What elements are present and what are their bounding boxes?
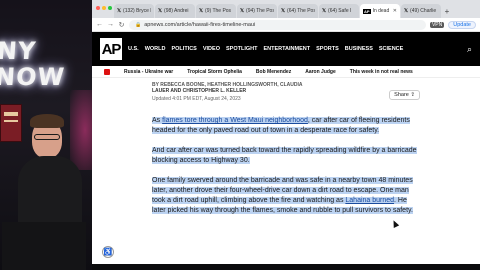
browser-tab[interactable]: 𝕏 (9) The Pos (196, 4, 236, 18)
tab-title: (49) Charlie (410, 8, 437, 14)
tab-title: (94) The Pos (246, 8, 274, 14)
accessibility-icon[interactable]: ♿ (102, 246, 114, 258)
x-icon: 𝕏 (117, 8, 122, 14)
trending-item[interactable]: Tropical Storm Ophelia (187, 69, 242, 75)
streamer (18, 112, 82, 226)
x-icon: 𝕏 (404, 8, 409, 14)
vpn-button[interactable]: VPN (429, 21, 445, 28)
share-label: Share (394, 92, 409, 98)
article-link[interactable]: flames tore through a West Maui neighbor… (162, 117, 308, 124)
browser-tab[interactable]: 𝕏 (64) The Pos (278, 4, 318, 18)
selected-text: One family swerved around the barricade … (152, 177, 413, 214)
maximize-window-button[interactable] (108, 6, 112, 10)
address-bar-row: ← → ↻ 🔒 apnews.com/article/hawaii-fires-… (92, 18, 480, 32)
article-link[interactable]: Lahaina burned (345, 197, 394, 204)
x-icon: 𝕏 (240, 8, 245, 14)
forward-arrow-icon[interactable]: → (107, 21, 114, 28)
article-paragraph: One family swerved around the barricade … (152, 176, 420, 216)
selected-text: And car after car was turned back toward… (152, 147, 417, 164)
article-paragraph: And car after car was turned back toward… (152, 146, 420, 166)
x-icon: 𝕏 (281, 8, 286, 14)
tab-title: (98) Andrei (164, 8, 189, 14)
tab-title: (9) The Pos (205, 8, 232, 14)
stream-bottom-edge (92, 264, 480, 270)
nav-sports[interactable]: SPORTS (316, 46, 339, 52)
article-paragraph: As flames tore through a West Maui neigh… (152, 116, 420, 136)
ap-navbar: AP U.S. WORLD POLITICS VIDEO SPOTLIGHT E… (92, 32, 480, 66)
nav-politics[interactable]: POLITICS (171, 46, 196, 52)
update-button[interactable]: Update (448, 20, 476, 29)
trending-bar: Russia - Ukraine war Tropical Storm Ophe… (92, 66, 480, 78)
browser-tab[interactable]: 𝕏 (132) Bryce H (114, 4, 154, 18)
browser-tab[interactable]: 𝕏 (98) Andrei (155, 4, 195, 18)
trending-item[interactable]: Bob Menendez (256, 69, 291, 75)
share-icon: ⇪ (410, 92, 415, 98)
byline: BY REBECCA BOONE, HEATHER HOLLINGSWORTH,… (152, 82, 420, 94)
lock-icon: 🔒 (135, 21, 142, 28)
tab-strip: 𝕏 (132) Bryce H 𝕏 (98) Andrei 𝕏 (9) The Pos… (92, 0, 480, 18)
streamer-hair (30, 114, 64, 128)
nav-spotlight[interactable]: SPOTLIGHT (226, 46, 257, 52)
search-icon[interactable]: ⌕ (467, 44, 472, 55)
updated-timestamp: Updated 4:01 PM EDT, August 24, 2023 (152, 96, 241, 102)
ap-logo[interactable]: AP (100, 38, 122, 60)
close-window-button[interactable] (96, 6, 100, 10)
back-arrow-icon[interactable]: ← (96, 21, 103, 28)
neon-sign: NY NOW (0, 37, 67, 91)
browser-tab-active[interactable]: AP In dead ✕ (360, 4, 400, 18)
ap-icon: AP (363, 8, 371, 14)
nav-business[interactable]: BUSINESS (345, 46, 373, 52)
trending-item[interactable]: This week in not real news (350, 69, 413, 75)
article-body: BY REBECCA BOONE, HEATHER HOLLINGSWORTH,… (92, 78, 480, 216)
new-tab-button[interactable]: + (442, 4, 452, 18)
tab-title: In dead (372, 8, 390, 14)
webcam-feed: NY NOW (0, 0, 92, 270)
url-text: apnews.com/article/hawaii-fires-timeline… (144, 21, 256, 28)
streamer-glasses (34, 134, 60, 140)
poster-stripe (4, 112, 18, 116)
byline-line[interactable]: LAUER AND CHRISTOPHER L. KELLER (152, 88, 420, 94)
minimize-window-button[interactable] (102, 6, 106, 10)
screen: NY NOW 𝕏 (132) Bryce H 𝕏 (98) Andrei 𝕏 (9) … (0, 0, 480, 270)
nav-world[interactable]: WORLD (145, 46, 166, 52)
mouse-cursor-icon (390, 219, 400, 228)
url-field[interactable]: 🔒 apnews.com/article/hawaii-fires-timeli… (129, 19, 426, 30)
reload-icon[interactable]: ↻ (118, 21, 125, 29)
desk (2, 222, 86, 270)
browser-tab[interactable]: 𝕏 (94) The Pos (237, 4, 277, 18)
tab-title: (64) Safe I (328, 8, 352, 14)
streamer-torso (18, 156, 82, 226)
close-tab-icon[interactable]: ✕ (393, 8, 397, 14)
trending-item[interactable]: Aaron Judge (305, 69, 336, 75)
browser-window: 𝕏 (132) Bryce H 𝕏 (98) Andrei 𝕏 (9) The Pos… (92, 0, 480, 264)
selected-text: As flames tore through a West Maui neigh… (152, 117, 410, 134)
poster-stripe (4, 120, 18, 122)
tab-title: (64) The Pos (287, 8, 315, 14)
window-controls (96, 6, 112, 10)
trending-item[interactable]: Russia - Ukraine war (124, 69, 173, 75)
x-icon: 𝕏 (158, 8, 163, 14)
nav-us[interactable]: U.S. (128, 46, 139, 52)
browser-tab[interactable]: 𝕏 (64) Safe I (319, 4, 359, 18)
share-button[interactable]: Share ⇪ (389, 90, 420, 100)
trending-icon (104, 68, 110, 75)
x-icon: 𝕏 (199, 8, 204, 14)
nav-entertainment[interactable]: ENTERTAINMENT (263, 46, 310, 52)
tab-title: (132) Bryce H (123, 8, 151, 14)
browser-tab[interactable]: 𝕏 (49) Charlie (401, 4, 441, 18)
nav-video[interactable]: VIDEO (203, 46, 220, 52)
nav-science[interactable]: SCIENCE (379, 46, 403, 52)
x-icon: 𝕏 (322, 8, 327, 14)
paragraph-text: As (152, 117, 163, 124)
